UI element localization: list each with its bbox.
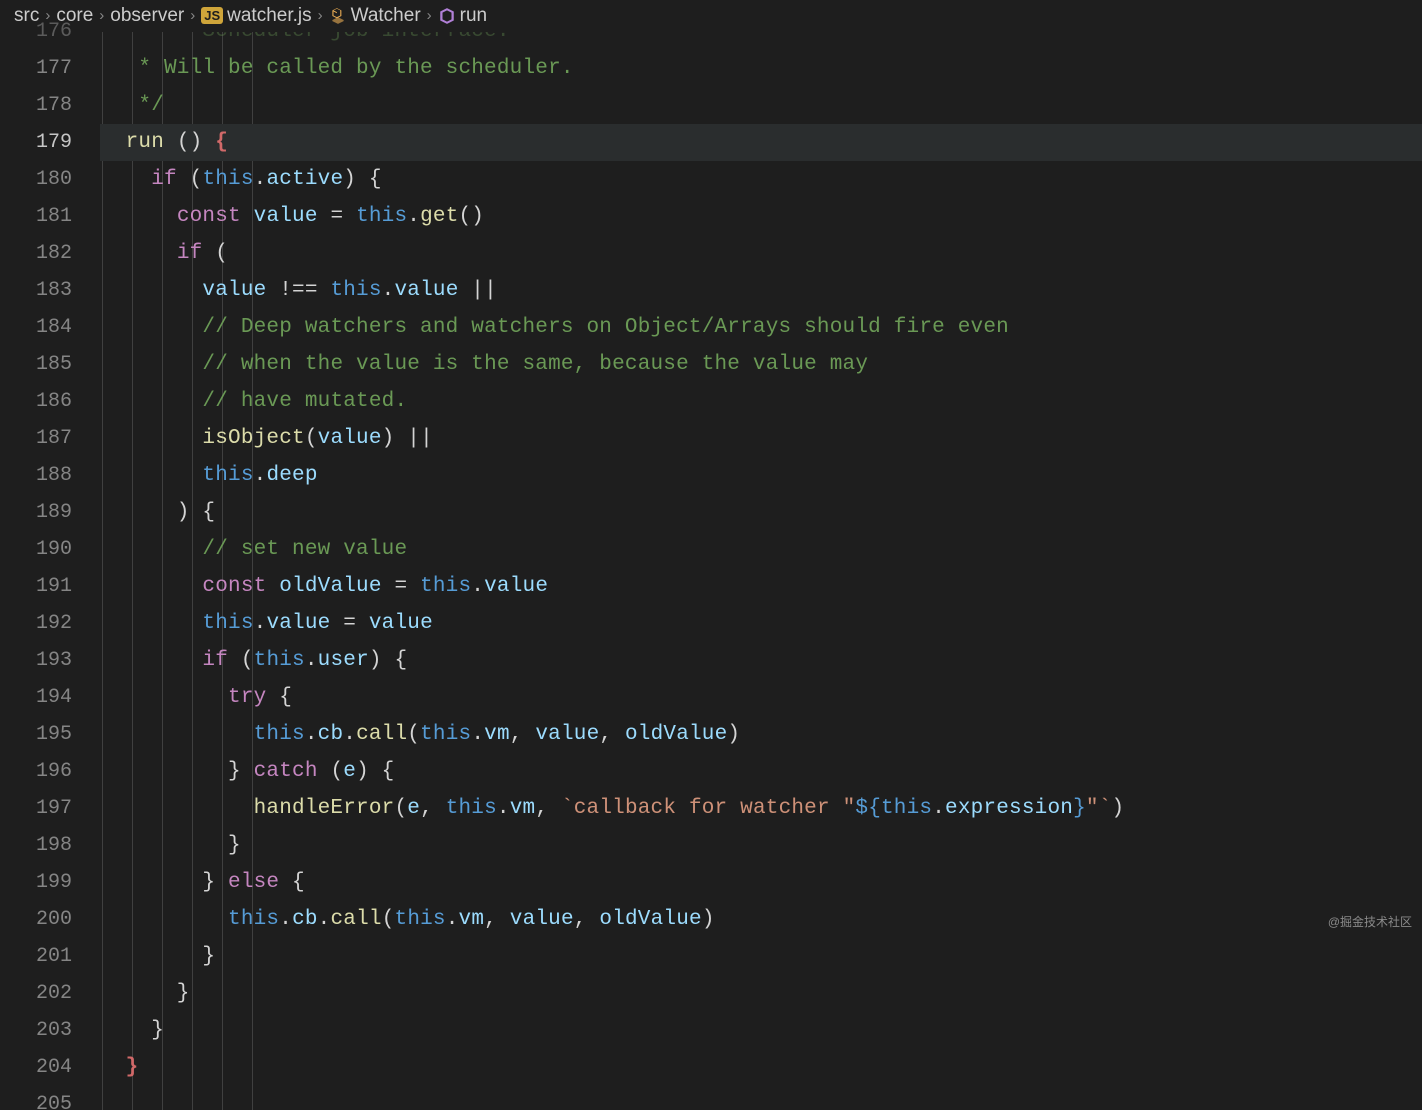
code-line[interactable]: // have mutated. <box>100 383 1422 420</box>
line-number: 200 <box>0 901 72 938</box>
line-number: 184 <box>0 309 72 346</box>
chevron-right-icon: › <box>318 7 323 24</box>
code-line[interactable]: try { <box>100 679 1422 716</box>
code-line[interactable]: run () { <box>100 124 1422 161</box>
code-line[interactable]: const oldValue = this.value <box>100 568 1422 605</box>
line-number: 185 <box>0 346 72 383</box>
line-number: 189 <box>0 494 72 531</box>
line-number: 202 <box>0 975 72 1012</box>
code-line[interactable]: */ <box>100 87 1422 124</box>
code-area[interactable]: * Scheduler job interface. * Will be cal… <box>100 32 1422 1110</box>
line-number: 197 <box>0 790 72 827</box>
code-line[interactable] <box>100 1086 1422 1110</box>
breadcrumb-item-class[interactable]: Watcher <box>351 5 421 27</box>
line-number: 187 <box>0 420 72 457</box>
line-number: 198 <box>0 827 72 864</box>
line-number: 204 <box>0 1049 72 1086</box>
line-number: 188 <box>0 457 72 494</box>
line-number: 194 <box>0 679 72 716</box>
line-number: 195 <box>0 716 72 753</box>
code-line[interactable]: if ( <box>100 235 1422 272</box>
js-file-icon: JS <box>201 7 223 24</box>
code-editor[interactable]: 1761771781791801811821831841851861871881… <box>0 32 1422 1110</box>
line-number: 186 <box>0 383 72 420</box>
line-number: 180 <box>0 161 72 198</box>
code-line[interactable]: this.value = value <box>100 605 1422 642</box>
code-line[interactable]: * Scheduler job interface. <box>100 32 1422 50</box>
breadcrumb-item-observer[interactable]: observer <box>110 5 184 27</box>
chevron-right-icon: › <box>99 7 104 24</box>
breadcrumb: src › core › observer › JS watcher.js › … <box>0 0 1422 32</box>
class-icon <box>329 7 347 25</box>
line-number: 190 <box>0 531 72 568</box>
chevron-right-icon: › <box>190 7 195 24</box>
code-line[interactable]: ) { <box>100 494 1422 531</box>
line-number: 176 <box>0 32 72 50</box>
line-number: 205 <box>0 1086 72 1110</box>
code-line[interactable]: } <box>100 975 1422 1012</box>
watermark-text: @掘金技术社区 <box>1328 913 1412 930</box>
code-line[interactable]: this.cb.call(this.vm, value, oldValue) <box>100 716 1422 753</box>
method-icon <box>438 7 456 25</box>
line-number: 177 <box>0 50 72 87</box>
code-line[interactable]: } <box>100 1049 1422 1086</box>
code-line[interactable]: value !== this.value || <box>100 272 1422 309</box>
code-line[interactable]: isObject(value) || <box>100 420 1422 457</box>
line-number: 181 <box>0 198 72 235</box>
code-line[interactable]: * Will be called by the scheduler. <box>100 50 1422 87</box>
line-number-gutter: 1761771781791801811821831841851861871881… <box>0 32 100 1110</box>
code-line[interactable]: this.deep <box>100 457 1422 494</box>
code-line[interactable]: } <box>100 827 1422 864</box>
line-number: 199 <box>0 864 72 901</box>
code-line[interactable]: if (this.active) { <box>100 161 1422 198</box>
line-number: 192 <box>0 605 72 642</box>
line-number: 178 <box>0 87 72 124</box>
code-line[interactable]: // when the value is the same, because t… <box>100 346 1422 383</box>
line-number: 191 <box>0 568 72 605</box>
code-line[interactable]: if (this.user) { <box>100 642 1422 679</box>
code-line[interactable]: handleError(e, this.vm, `callback for wa… <box>100 790 1422 827</box>
code-line[interactable]: } <box>100 1012 1422 1049</box>
line-number: 203 <box>0 1012 72 1049</box>
code-line[interactable]: this.cb.call(this.vm, value, oldValue) <box>100 901 1422 938</box>
line-number: 196 <box>0 753 72 790</box>
chevron-right-icon: › <box>427 7 432 24</box>
code-line[interactable]: // Deep watchers and watchers on Object/… <box>100 309 1422 346</box>
code-line[interactable]: } else { <box>100 864 1422 901</box>
code-line[interactable]: const value = this.get() <box>100 198 1422 235</box>
line-number: 183 <box>0 272 72 309</box>
line-number: 179 <box>0 124 72 161</box>
line-number: 193 <box>0 642 72 679</box>
code-line[interactable]: } <box>100 938 1422 975</box>
breadcrumb-item-method[interactable]: run <box>460 5 487 27</box>
line-number: 182 <box>0 235 72 272</box>
code-line[interactable]: } catch (e) { <box>100 753 1422 790</box>
line-number: 201 <box>0 938 72 975</box>
breadcrumb-item-file[interactable]: watcher.js <box>227 5 311 27</box>
code-line[interactable]: // set new value <box>100 531 1422 568</box>
